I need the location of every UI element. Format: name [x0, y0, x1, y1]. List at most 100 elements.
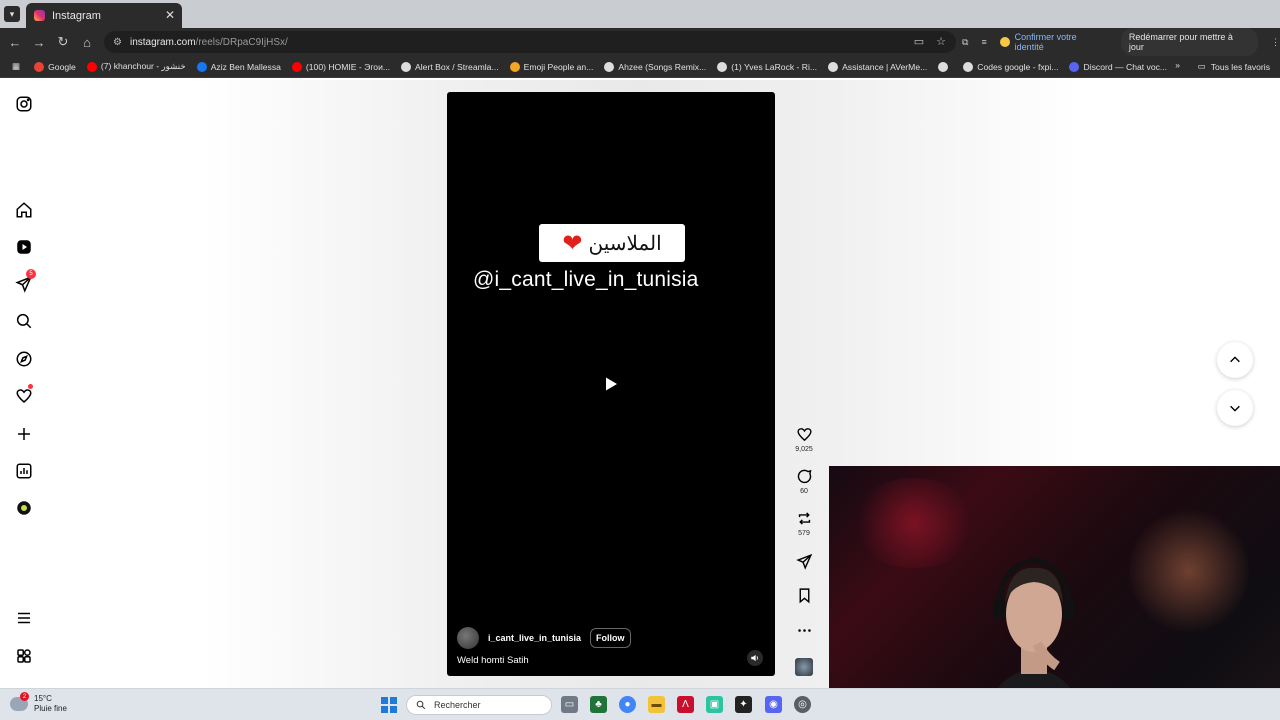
bookmark-label: Ahzee (Songs Remix...	[618, 61, 707, 72]
repost-icon[interactable]	[796, 510, 813, 527]
browser-chrome: ▾ Instagram ✕ ← → ↻ ⌂ ⚙ instagram.com/re…	[0, 0, 1280, 80]
bookmark-label: Codes google - fxpi...	[977, 61, 1059, 72]
dashboard-icon[interactable]	[14, 461, 34, 481]
bookmark-item[interactable]: Aziz Ben Mallessa	[196, 61, 281, 72]
like-heart-icon[interactable]	[796, 426, 813, 443]
bookmark-favicon-icon	[828, 61, 839, 72]
bookmark-item[interactable]: Assistance | AVerMe...	[828, 61, 927, 72]
author-username[interactable]: i_cant_live_in_tunisia	[488, 633, 581, 643]
taskbar-search-icon	[416, 700, 426, 710]
share-icon[interactable]	[795, 553, 813, 570]
bookmark-favicon-icon	[717, 61, 728, 72]
app-icon-teal[interactable]: ▣	[706, 696, 723, 713]
discord-icon[interactable]: ◉	[765, 696, 782, 713]
reels-icon[interactable]	[14, 237, 34, 257]
app-icon-dark[interactable]: ✦	[735, 696, 752, 713]
bookmark-item[interactable]: (1) Yves LaRock - Ri...	[717, 61, 817, 72]
bookmark-star-icon[interactable]: ☆	[936, 35, 946, 48]
more-options-icon[interactable]	[796, 622, 813, 639]
reel-text-sticker: ❤ الملاسين	[539, 224, 685, 262]
next-reel-button[interactable]	[1217, 390, 1253, 426]
bookmark-label: (1) Yves LaRock - Ri...	[731, 61, 818, 72]
chrome-icon[interactable]: ●	[619, 696, 636, 713]
author-avatar[interactable]	[457, 627, 479, 649]
app-icon-red[interactable]: Λ	[677, 696, 694, 713]
obs-icon[interactable]: ◎	[794, 696, 811, 713]
audio-thumbnail[interactable]	[795, 658, 813, 676]
bookmark-icon[interactable]	[796, 587, 813, 604]
url-host: instagram.com	[129, 36, 196, 48]
webcam-background-light	[849, 478, 979, 568]
create-plus-icon[interactable]	[14, 424, 34, 444]
webcam-overlay	[829, 466, 1280, 720]
webcam-background-poster	[1129, 506, 1249, 636]
follow-button[interactable]: Follow	[590, 628, 631, 648]
app-icon-green[interactable]: ♣	[590, 696, 607, 713]
play-icon[interactable]	[603, 376, 619, 392]
weather-widget[interactable]: 2 15°C Pluie fine	[10, 692, 67, 714]
windows-start-icon[interactable]	[381, 697, 397, 713]
save-action	[789, 587, 819, 604]
forward-button[interactable]: →	[27, 30, 51, 54]
explore-icon[interactable]	[14, 349, 34, 369]
file-explorer-icon[interactable]: ▬	[648, 696, 665, 713]
browser-menu-icon[interactable]: ⋮	[1271, 37, 1280, 48]
media-controls-icon[interactable]: ≡	[981, 37, 986, 47]
bookmark-label: (100) HOMIE - Эгои...	[305, 61, 391, 72]
site-info-icon[interactable]: ⚙	[113, 37, 122, 48]
repost-action: 579	[789, 510, 819, 537]
restart-update-button[interactable]: Redémarrer pour mettre à jour	[1120, 28, 1258, 56]
chevron-up-icon	[1230, 356, 1240, 363]
address-bar[interactable]: ⚙ instagram.com/reels/DRpaC9IjHSx/ ▭ ☆	[104, 31, 956, 53]
tab-close-icon[interactable]: ✕	[165, 8, 175, 22]
search-icon[interactable]	[14, 311, 34, 331]
more-bookmarks-icon[interactable]: »	[1175, 60, 1180, 70]
bookmark-item[interactable]: Codes google - fxpi...	[963, 61, 1058, 72]
reload-button[interactable]: ↻	[51, 30, 75, 54]
reel-author: i_cant_live_in_tunisia Follow	[457, 627, 631, 649]
bookmark-item[interactable]	[938, 61, 952, 72]
folder-icon: ▭	[1197, 61, 1206, 71]
bookmark-favicon-icon	[604, 61, 615, 72]
task-view-icon[interactable]: ▭	[561, 696, 578, 713]
messages-icon[interactable]: 5	[14, 269, 36, 294]
taskbar-search[interactable]: Rechercher	[406, 695, 552, 715]
instagram-favicon-icon	[34, 10, 45, 21]
also-from-meta-icon[interactable]	[14, 646, 34, 666]
home-button[interactable]: ⌂	[75, 30, 99, 54]
reel-video[interactable]: ❤ الملاسين @i_cant_live_in_tunisia i_can…	[447, 92, 775, 676]
instagram-sidebar: 5	[0, 80, 48, 688]
bookmark-item[interactable]: Emoji People an...	[509, 61, 593, 72]
more-menu-icon[interactable]	[14, 608, 34, 628]
profile-avatar-icon[interactable]	[14, 498, 34, 518]
install-app-icon[interactable]: ▭	[914, 35, 924, 48]
bookmark-label: Discord — Chat voc...	[1083, 61, 1168, 72]
bookmark-item[interactable]: (100) HOMIE - Эгои...	[291, 61, 391, 72]
extensions-icon[interactable]: ⧉	[962, 37, 968, 48]
confirm-identity-button[interactable]: Confirmer votre identité	[999, 32, 1108, 52]
bookmark-label: Google	[48, 61, 76, 72]
bookmark-item[interactable]: Google	[34, 61, 76, 72]
instagram-logo-icon[interactable]	[14, 94, 34, 114]
previous-reel-button[interactable]	[1217, 342, 1253, 378]
all-bookmarks-folder[interactable]: ▭ Tous les favoris	[1198, 61, 1270, 72]
notification-dot	[28, 384, 33, 389]
bookmark-item[interactable]: Ahzee (Songs Remix...	[604, 61, 706, 72]
bookmark-label: Alert Box / Streamla...	[415, 61, 499, 72]
rain-cloud-icon: 2	[10, 692, 29, 711]
tab-instagram[interactable]: Instagram ✕	[26, 3, 182, 28]
bookmark-favicon-icon	[291, 61, 302, 72]
reel-caption: Weld homti Satih	[457, 655, 529, 666]
reel-overlay-handle: @i_cant_live_in_tunisia	[473, 268, 699, 291]
volume-icon[interactable]	[747, 650, 763, 666]
back-button[interactable]: ←	[3, 30, 27, 54]
apps-grid-icon[interactable]: ▦	[12, 61, 20, 72]
red-heart-icon: ❤	[562, 229, 583, 257]
bookmark-item[interactable]: Discord — Chat voc...	[1069, 61, 1167, 72]
bookmark-item[interactable]: (7) khanchour - خنشور	[86, 61, 186, 72]
home-icon[interactable]	[14, 200, 34, 220]
bookmark-item[interactable]: Alert Box / Streamla...	[401, 61, 499, 72]
comment-icon[interactable]	[796, 468, 813, 485]
notifications-heart-icon[interactable]	[14, 384, 34, 406]
tab-search-button[interactable]: ▾	[4, 6, 20, 22]
